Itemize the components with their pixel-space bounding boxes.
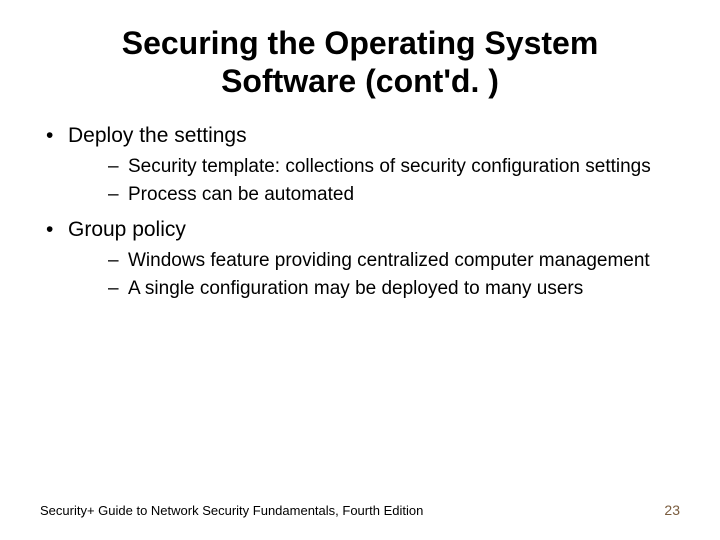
sub-bullet-list: Security template: collections of securi… [68,155,680,207]
title-line-1: Securing the Operating System [122,25,599,61]
bullet-list: Deploy the settings Security template: c… [40,123,680,301]
bullet-text: Deploy the settings [68,124,247,147]
slide-body: Deploy the settings Security template: c… [40,123,680,301]
slide-footer: Security+ Guide to Network Security Fund… [40,502,680,518]
sub-bullet-text: Process can be automated [128,184,354,205]
slide-title: Securing the Operating System Software (… [40,24,680,101]
sub-bullet-text: A single configuration may be deployed t… [128,278,583,299]
page-number: 23 [664,502,680,518]
footer-source: Security+ Guide to Network Security Fund… [40,503,423,518]
sub-bullet: Security template: collections of securi… [68,155,680,179]
sub-bullet-text: Windows feature providing centralized co… [128,250,650,271]
slide: Securing the Operating System Software (… [0,0,720,540]
sub-bullet-list: Windows feature providing centralized co… [68,249,680,301]
sub-bullet: Process can be automated [68,183,680,207]
bullet-text: Group policy [68,218,186,241]
sub-bullet: A single configuration may be deployed t… [68,277,680,301]
sub-bullet: Windows feature providing centralized co… [68,249,680,273]
title-line-2: Software (cont'd. ) [221,63,499,99]
bullet-deploy-settings: Deploy the settings Security template: c… [40,123,680,207]
sub-bullet-text: Security template: collections of securi… [128,156,651,177]
bullet-group-policy: Group policy Windows feature providing c… [40,217,680,301]
